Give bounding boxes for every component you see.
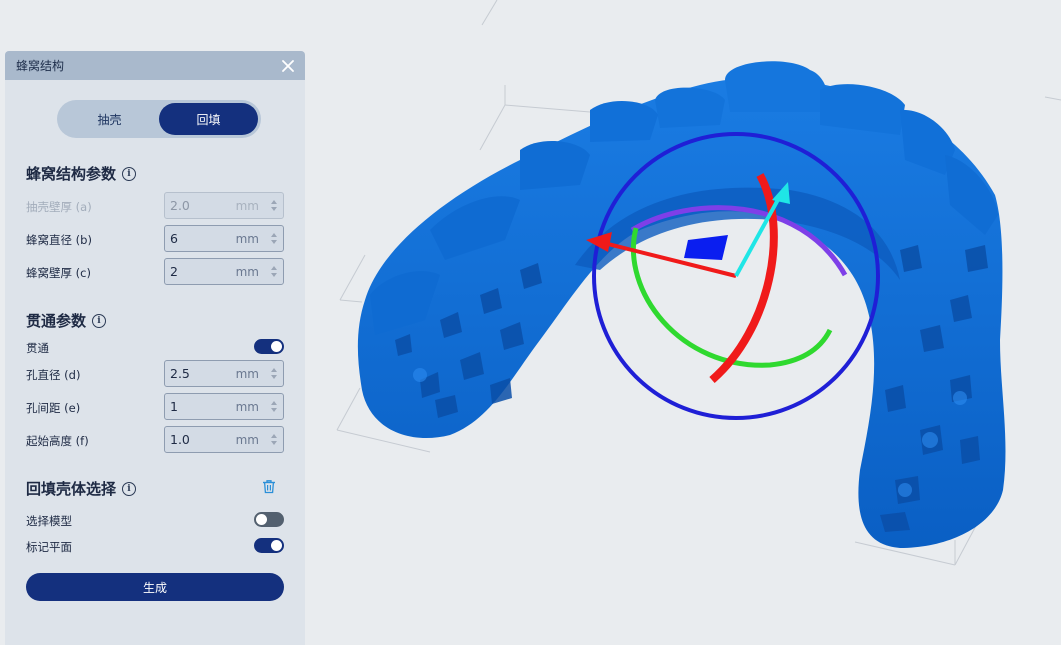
info-icon[interactable]: i xyxy=(122,166,137,181)
toggle-knob xyxy=(271,540,282,551)
close-icon[interactable] xyxy=(280,58,296,74)
unit-label: mm xyxy=(235,366,259,381)
panel-header: 蜂窝结构 xyxy=(5,51,305,80)
shell-thickness-value[interactable]: 2.0 xyxy=(165,198,236,213)
info-icon[interactable]: i xyxy=(122,481,137,496)
honeycomb-panel: 蜂窝结构 抽壳 回填 蜂窝结构参数 i 抽壳壁厚 (a) 2.0 mm 蜂窝直径… xyxy=(5,51,305,645)
info-icon[interactable]: i xyxy=(92,313,107,328)
cell-diameter-field[interactable]: 6 mm xyxy=(164,225,284,252)
unit-label: mm xyxy=(235,231,259,246)
backfill-select-heading: 回填壳体选择 i xyxy=(26,478,137,499)
dental-model[interactable] xyxy=(357,61,1006,549)
cell-wall-field[interactable]: 2 mm xyxy=(164,258,284,285)
step-up-icon[interactable] xyxy=(271,233,277,237)
toggle-knob xyxy=(271,341,282,352)
hole-spacing-label: 孔间距 (e) xyxy=(26,401,81,415)
through-toggle[interactable] xyxy=(254,339,284,354)
cell-diameter-stepper[interactable] xyxy=(268,226,280,251)
shell-thickness-label: 抽壳壁厚 (a) xyxy=(26,200,92,214)
cell-wall-stepper[interactable] xyxy=(268,259,280,284)
unit-label: mm xyxy=(235,432,259,447)
honeycomb-params-title: 蜂窝结构参数 xyxy=(26,165,117,183)
cell-diameter-label: 蜂窝直径 (b) xyxy=(26,233,92,247)
mark-plane-label: 标记平面 xyxy=(26,540,72,554)
shell-thickness-stepper[interactable] xyxy=(268,193,280,218)
cell-diameter-value[interactable]: 6 xyxy=(165,231,236,246)
shell-thickness-field[interactable]: 2.0 mm xyxy=(164,192,284,219)
through-params-heading: 贯通参数 i xyxy=(26,310,107,331)
select-model-label: 选择模型 xyxy=(26,514,72,528)
step-down-icon[interactable] xyxy=(271,240,277,244)
step-up-icon[interactable] xyxy=(271,266,277,270)
trash-icon[interactable] xyxy=(262,479,278,495)
panel-title: 蜂窝结构 xyxy=(16,59,65,73)
unit-label: mm xyxy=(235,198,259,213)
select-model-toggle[interactable] xyxy=(254,512,284,527)
step-up-icon[interactable] xyxy=(271,401,277,405)
step-up-icon[interactable] xyxy=(271,200,277,204)
mark-plane-toggle[interactable] xyxy=(254,538,284,553)
hole-spacing-stepper[interactable] xyxy=(268,394,280,419)
step-down-icon[interactable] xyxy=(271,207,277,211)
hole-diameter-field[interactable]: 2.5 mm xyxy=(164,360,284,387)
cell-wall-label: 蜂窝壁厚 (c) xyxy=(26,266,91,280)
step-up-icon[interactable] xyxy=(271,368,277,372)
toggle-knob xyxy=(256,514,267,525)
through-params-title: 贯通参数 xyxy=(26,312,87,330)
hole-spacing-value[interactable]: 1 xyxy=(165,399,236,414)
backfill-select-title: 回填壳体选择 xyxy=(26,480,117,498)
through-toggle-label: 贯通 xyxy=(26,341,49,355)
hole-diameter-value[interactable]: 2.5 xyxy=(165,366,236,381)
hole-diameter-label: 孔直径 (d) xyxy=(26,368,81,382)
step-down-icon[interactable] xyxy=(271,441,277,445)
unit-label: mm xyxy=(235,399,259,414)
tab-shell[interactable]: 抽壳 xyxy=(60,103,159,135)
tab-backfill[interactable]: 回填 xyxy=(159,103,258,135)
hole-spacing-field[interactable]: 1 mm xyxy=(164,393,284,420)
hole-diameter-stepper[interactable] xyxy=(268,361,280,386)
honeycomb-params-heading: 蜂窝结构参数 i xyxy=(26,163,137,184)
step-down-icon[interactable] xyxy=(271,375,277,379)
step-down-icon[interactable] xyxy=(271,408,277,412)
step-up-icon[interactable] xyxy=(271,434,277,438)
mode-switch: 抽壳 回填 xyxy=(57,100,261,138)
unit-label: mm xyxy=(235,264,259,279)
start-height-value[interactable]: 1.0 xyxy=(165,432,236,447)
start-height-label: 起始高度 (f) xyxy=(26,434,89,448)
start-height-field[interactable]: 1.0 mm xyxy=(164,426,284,453)
cell-wall-value[interactable]: 2 xyxy=(165,264,236,279)
step-down-icon[interactable] xyxy=(271,273,277,277)
start-height-stepper[interactable] xyxy=(268,427,280,452)
generate-button[interactable]: 生成 xyxy=(26,573,284,601)
